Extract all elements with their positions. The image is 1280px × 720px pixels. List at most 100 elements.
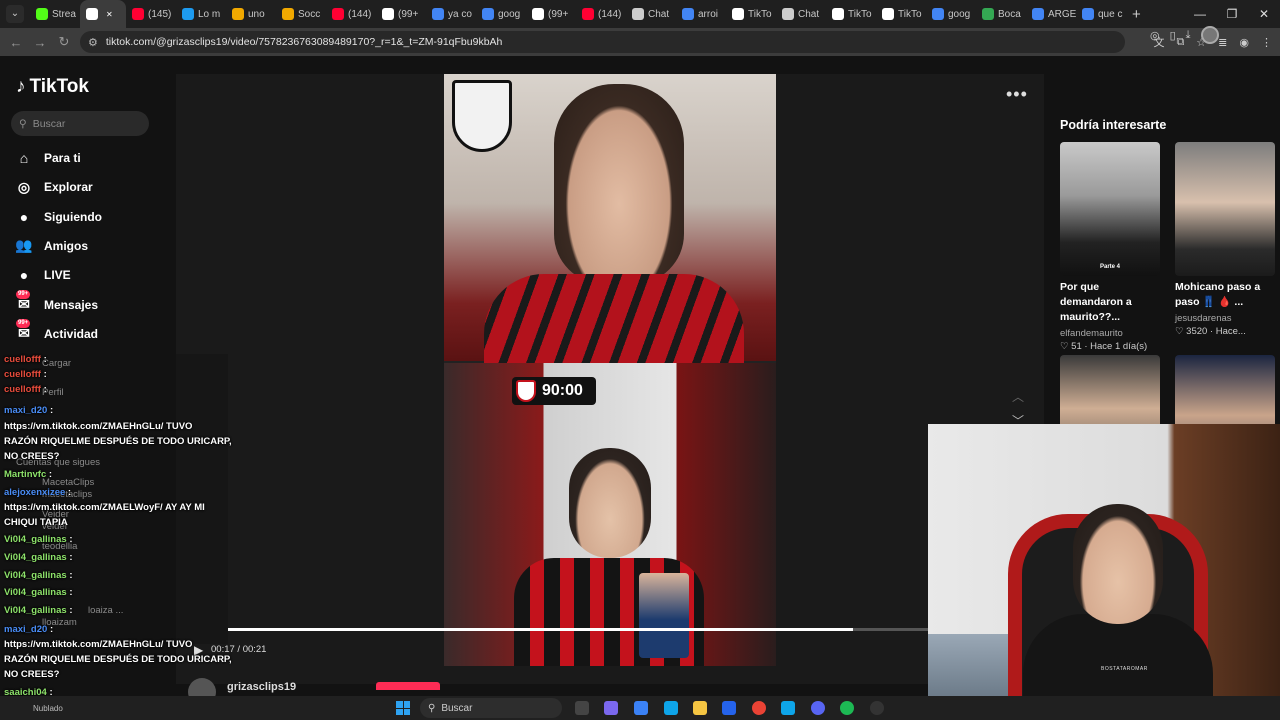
- close-tab-icon[interactable]: ✕: [106, 10, 113, 19]
- video-thumbnail[interactable]: Parte 4: [1060, 142, 1160, 276]
- card-title: Mohicano paso a paso 👖 🩸 ...: [1175, 281, 1261, 308]
- edge-icon[interactable]: [664, 701, 678, 715]
- task-view-icon[interactable]: [575, 701, 589, 715]
- browser-tab[interactable]: TikTo: [726, 0, 776, 28]
- browser-tab[interactable]: Chat: [776, 0, 826, 28]
- card-user[interactable]: jesusdarenas: [1175, 313, 1275, 324]
- tab-favicon-icon: [86, 8, 98, 20]
- back-icon[interactable]: ←: [4, 35, 28, 50]
- tab-search-button[interactable]: ⌄: [6, 5, 24, 23]
- sidebar-item-live[interactable]: ● LIVE: [14, 264, 71, 286]
- sidebar-item-label: Amigos: [44, 238, 89, 253]
- red-shirt-image: [484, 274, 744, 364]
- url-bar[interactable]: ⚙ tiktok.com/@grizasclips19/video/757823…: [80, 31, 1125, 53]
- teams-icon[interactable]: [604, 701, 618, 715]
- search-input[interactable]: ⚲ Buscar: [11, 111, 149, 136]
- browser-tab[interactable]: (99+: [376, 0, 426, 28]
- browser-tab[interactable]: ARGE: [1026, 0, 1076, 28]
- browser-tab[interactable]: uno: [226, 0, 276, 28]
- previous-video-chevron-icon[interactable]: ︿: [1012, 388, 1024, 405]
- tiktok-logo[interactable]: ♪ TikTok: [16, 76, 89, 98]
- forward-icon[interactable]: →: [28, 35, 52, 50]
- weather-widget[interactable]: Nublado: [33, 704, 63, 713]
- mail-icon[interactable]: [781, 701, 795, 715]
- chrome-icon[interactable]: [752, 701, 766, 715]
- obs-icon[interactable]: [870, 701, 884, 715]
- follow-button[interactable]: [376, 682, 440, 690]
- browser-menu-icon[interactable]: ⋮: [1261, 36, 1272, 49]
- browser-tab[interactable]: TikTo: [826, 0, 876, 28]
- nav-icon: ●: [19, 267, 29, 284]
- sidebar-item-mensajes[interactable]: ✉ 99+ Mensajes: [14, 289, 98, 316]
- minimize-button[interactable]: —: [1184, 0, 1216, 28]
- browser-tab[interactable]: Boca: [976, 0, 1026, 28]
- chat-text: CHIQUI TAPIA: [4, 517, 68, 528]
- video-thumbnail[interactable]: [1175, 142, 1275, 276]
- browser-tab[interactable]: (144): [326, 0, 376, 28]
- chat-message: alejoxenxizee :: [4, 485, 71, 501]
- webcam-overlay: BOSTATAROMAR: [928, 424, 1280, 720]
- discord-icon[interactable]: [811, 701, 825, 715]
- sidebar-item-amigos[interactable]: 👥 Amigos: [14, 235, 88, 257]
- recommendation-card[interactable]: Parte 4 Por que demandaron a maurito??...…: [1060, 142, 1160, 352]
- chat-username: Vi0l4_gallinas: [4, 605, 67, 616]
- tab-favicon-icon: [732, 8, 744, 20]
- browser-tab-strip: ⌄ Strea ✕ (145) Lo m uno Socc (144) (99+ ya co go…: [0, 0, 1280, 28]
- club-crest-icon: [516, 380, 536, 402]
- browser-tab[interactable]: que c: [1076, 0, 1126, 28]
- reload-icon[interactable]: ↻: [52, 34, 76, 50]
- copilot-icon[interactable]: [634, 701, 648, 715]
- browser-tab[interactable]: Socc: [276, 0, 326, 28]
- browser-tab[interactable]: (144): [576, 0, 626, 28]
- device-icon[interactable]: ▯: [1170, 29, 1176, 42]
- tab-favicon-icon: [482, 8, 494, 20]
- spotify-icon[interactable]: [840, 701, 854, 715]
- browser-tab[interactable]: (99+: [526, 0, 576, 28]
- chat-message: https://vm.tiktok.com/ZMAEHnGLu/ TUVO: [4, 419, 192, 435]
- site-info-icon[interactable]: ⚙: [88, 36, 98, 49]
- media-controls-icon[interactable]: ≣: [1218, 36, 1227, 49]
- browser-tab[interactable]: TikTo: [876, 0, 926, 28]
- browser-tab[interactable]: arroi: [676, 0, 726, 28]
- sidebar-item-para-ti[interactable]: ⌂ Para ti: [14, 147, 81, 169]
- video-progress-bar[interactable]: [176, 628, 928, 631]
- browser-tab[interactable]: Lo m: [176, 0, 226, 28]
- coins-icon[interactable]: ◎: [1150, 29, 1160, 42]
- start-button[interactable]: [396, 701, 410, 715]
- tab-favicon-icon: [36, 8, 48, 20]
- download-icon[interactable]: ⤓: [1186, 29, 1191, 42]
- author-username[interactable]: grizasclips19: [227, 681, 296, 693]
- sidebar-item-actividad[interactable]: ✉ 99+ Actividad: [14, 318, 98, 345]
- store-icon[interactable]: [722, 701, 736, 715]
- sidebar-item-siguiendo[interactable]: ● Siguiendo: [14, 206, 102, 228]
- nav-icon: ●: [19, 208, 29, 225]
- tab-label: goog: [948, 8, 971, 20]
- sidebar-item-explorar[interactable]: ◎ Explorar: [14, 176, 93, 198]
- recommendation-card[interactable]: Mohicano paso a paso 👖 🩸 ... jesusdarenas…: [1175, 142, 1275, 337]
- restore-button[interactable]: ❐: [1216, 0, 1248, 28]
- tab-label: (99+: [398, 8, 419, 20]
- new-tab-button[interactable]: +: [1132, 6, 1141, 23]
- browser-tab[interactable]: ✕: [80, 0, 126, 28]
- browser-tab[interactable]: ya co: [426, 0, 476, 28]
- chat-username: Vi0l4_gallinas: [4, 587, 67, 598]
- more-options-icon[interactable]: •••: [1006, 84, 1028, 105]
- thumbnail-caption: Parte 4: [1100, 264, 1121, 270]
- profile-icon[interactable]: ◉: [1239, 36, 1249, 49]
- tab-favicon-icon: [232, 8, 244, 20]
- browser-tab[interactable]: Strea: [30, 0, 80, 28]
- chat-message: RAZÓN RIQUELME DESPUÉS DE TODO URICARP,: [4, 434, 232, 450]
- browser-tab[interactable]: goog: [926, 0, 976, 28]
- close-window-button[interactable]: ✕: [1248, 0, 1280, 28]
- timer-badge: 90:00: [512, 377, 596, 405]
- sidebar-item-label: Para ti: [44, 151, 81, 165]
- browser-tab[interactable]: Chat: [626, 0, 676, 28]
- taskbar-search[interactable]: ⚲ Buscar: [420, 698, 562, 718]
- user-avatar[interactable]: [1200, 26, 1219, 44]
- tab-label: TikTo: [748, 8, 772, 20]
- browser-tab[interactable]: (145): [126, 0, 176, 28]
- card-user[interactable]: elfandemaurito: [1060, 328, 1160, 339]
- video-frame[interactable]: 90:00: [444, 74, 776, 666]
- browser-tab[interactable]: goog: [476, 0, 526, 28]
- file-explorer-icon[interactable]: [693, 701, 707, 715]
